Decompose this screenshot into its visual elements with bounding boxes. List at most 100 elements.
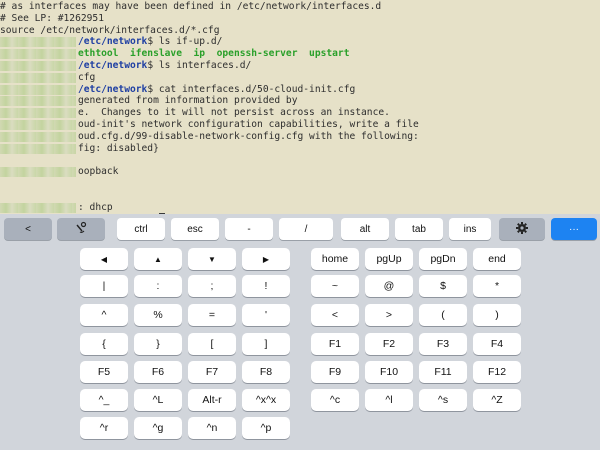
redacted-text [0,49,76,60]
colon-key[interactable]: : [134,275,182,297]
esc-key[interactable]: esc [171,218,219,240]
key-f3[interactable]: F3 [419,333,467,355]
terminal-line: # as interfaces may have been defined in… [0,1,600,13]
key-label: ^r [99,422,109,434]
redacted-text [0,131,76,142]
percent-key[interactable]: % [134,304,182,326]
less-than-key[interactable]: < [311,304,359,326]
terminal-line: oud.cfg.d/99-disable-network-config.cfg … [0,131,600,143]
key-f11[interactable]: F11 [419,361,467,383]
key-ctrl[interactable]: ^_ [80,389,128,411]
key-f2[interactable]: F2 [365,333,413,355]
key-ctrl-z[interactable]: ^Z [473,389,521,411]
directory-listing: ethtool ifenslave ip openssh-server upst… [78,48,350,60]
left-bracket-key[interactable]: [ [188,333,236,355]
terminal-text: fig: disabled} [78,142,159,154]
left-brace-key[interactable]: { [80,333,128,355]
key-pgdn[interactable]: pgDn [419,248,467,270]
exclamation-key[interactable]: ! [242,275,290,297]
key-label: ^Z [491,394,503,406]
redacted-hostname [0,84,76,95]
quote-key[interactable]: ' [242,304,290,326]
terminal-line: oopback [0,166,600,178]
key-pgup[interactable]: pgUp [365,248,413,270]
key-label: ▶ [262,254,270,264]
pointer-gesture-icon [74,221,88,238]
redacted-text [0,108,76,119]
key-ctrl-r[interactable]: ^r [80,417,128,439]
terminal-line: /etc/network$ ls if-up.d/ [0,36,600,48]
arrow-up-key[interactable]: ▲ [134,248,182,270]
key-f12[interactable]: F12 [473,361,521,383]
key-label: % [153,309,163,321]
asterisk-key[interactable]: * [473,275,521,297]
terminal-text: : dhcp [78,201,113,213]
right-bracket-key[interactable]: ] [242,333,290,355]
more-button[interactable]: ··· [551,218,597,240]
prompt-path: /etc/network [78,36,148,48]
terminal-text: generated from information provided by [78,95,298,107]
key-label: ▼ [208,254,216,264]
slash-key[interactable]: / [279,218,333,240]
key-f4[interactable]: F4 [473,333,521,355]
left-paren-key[interactable]: ( [419,304,467,326]
back-button[interactable]: < [4,218,52,240]
key-label: ^x^x [255,394,277,406]
terminal-text: # as interfaces may have been defined in… [0,1,382,12]
key-end[interactable]: end [473,248,521,270]
key-f10[interactable]: F10 [365,361,413,383]
semicolon-key[interactable]: ; [188,275,236,297]
key-ctrl-l[interactable]: ^L [134,389,182,411]
key-ctrl-g[interactable]: ^g [134,417,182,439]
pipe-key[interactable]: | [80,275,128,297]
key-label: pgDn [430,253,456,265]
key-ctrl-n[interactable]: ^n [188,417,236,439]
gesture-button[interactable] [57,218,105,240]
command-text: $ cat interfaces.d/50-cloud-init.cfg [147,83,356,95]
ins-key[interactable]: ins [449,218,491,240]
key-f1[interactable]: F1 [311,333,359,355]
ctrl-key[interactable]: ctrl [117,218,165,240]
key-f7[interactable]: F7 [188,361,236,383]
key-label: ~ [331,280,339,292]
key-ctrl-l[interactable]: ^l [365,389,413,411]
key-alt-r[interactable]: Alt-r [188,389,236,411]
key-f8[interactable]: F8 [242,361,290,383]
key-f5[interactable]: F5 [80,361,128,383]
right-brace-key[interactable]: } [134,333,182,355]
caret-key[interactable]: ^ [80,304,128,326]
key-ctrl-c[interactable]: ^c [311,389,359,411]
key-label: F8 [259,366,273,378]
equals-key[interactable]: = [188,304,236,326]
arrow-left-key[interactable]: ◀ [80,248,128,270]
key-ctrl-p[interactable]: ^p [242,417,290,439]
dash-key[interactable]: - [225,218,273,240]
terminal-output[interactable]: # as interfaces may have been defined in… [0,0,600,214]
terminal-text: # See LP: #1262951 [0,12,104,24]
terminal-line: e. Changes to it will not persist across… [0,107,600,119]
settings-button[interactable] [499,218,545,240]
alt-key[interactable]: alt [341,218,389,240]
command-text: $ ls interfaces.d/ [147,59,252,71]
redacted-text [0,96,76,107]
dollar-key[interactable]: $ [419,275,467,297]
arrow-right-key[interactable]: ▶ [242,248,290,270]
key-label: F9 [328,366,342,378]
key-label: ' [264,309,267,321]
key-home[interactable]: home [311,248,359,270]
terminal-text: cfg [78,71,96,83]
key-label: ] [264,338,268,350]
key-f6[interactable]: F6 [134,361,182,383]
key-label: F12 [487,366,507,378]
key-ctrl-s[interactable]: ^s [419,389,467,411]
key-f9[interactable]: F9 [311,361,359,383]
arrow-down-key[interactable]: ▼ [188,248,236,270]
terminal-line: generated from information provided by [0,95,600,107]
right-paren-key[interactable]: ) [473,304,521,326]
tilde-key[interactable]: ~ [311,275,359,297]
at-key[interactable]: @ [365,275,413,297]
key-ctrl-xctrl-x[interactable]: ^x^x [242,389,290,411]
greater-than-key[interactable]: > [365,304,413,326]
tab-key[interactable]: tab [395,218,443,240]
